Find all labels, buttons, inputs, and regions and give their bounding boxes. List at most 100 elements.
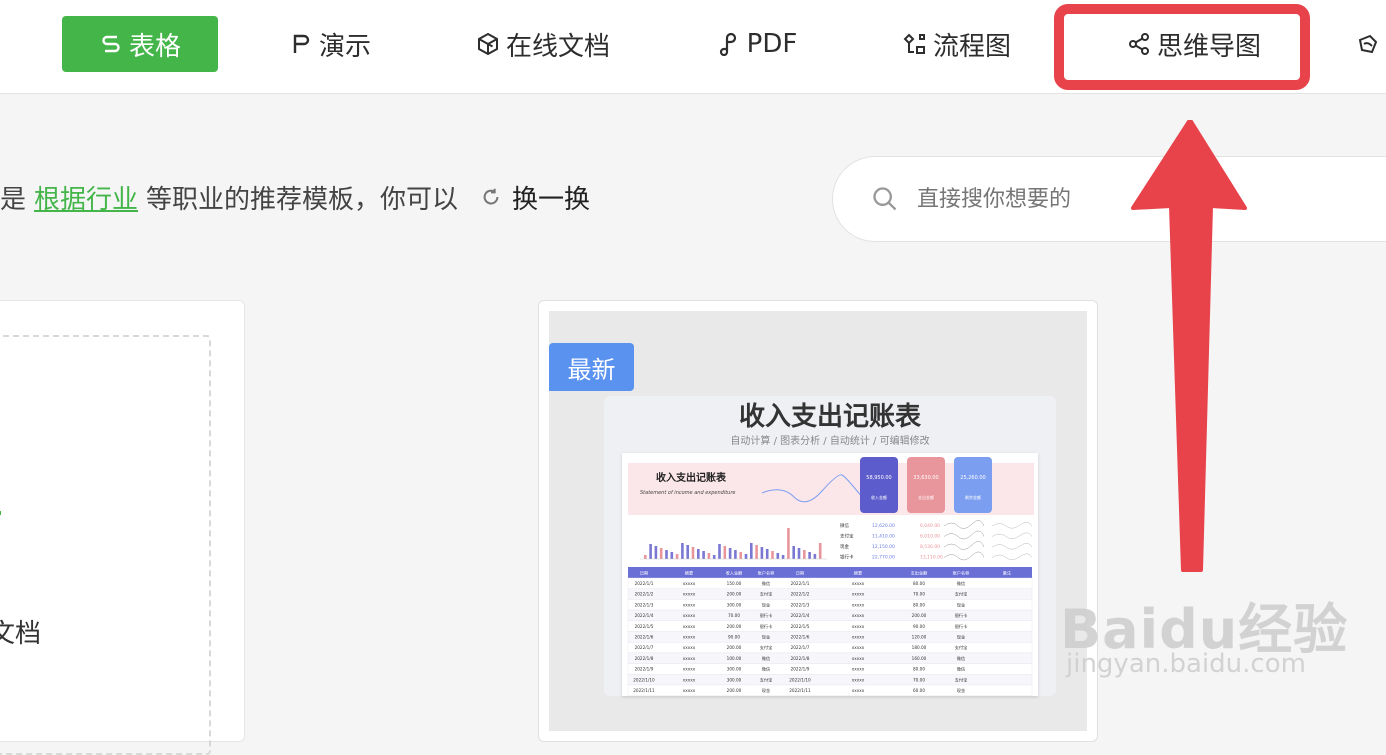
more-app-icon	[1358, 34, 1378, 54]
search-box[interactable]	[832, 156, 1386, 242]
table-cell: 银行卡	[955, 612, 968, 619]
account-row: 银行卡 22,770.00 13,110.00	[840, 551, 1033, 561]
table-cell: xxxxx	[852, 613, 865, 618]
table-cell: xxxxx	[852, 667, 865, 672]
bar-mark	[787, 528, 790, 559]
template-title: 收入支出记账表	[738, 402, 921, 432]
table-row: 2022/1/3 xxxxx 300.00 现金 2022/1/3 xxxxx 80.00 现…	[627, 599, 1033, 611]
table-cell: 2022/1/11	[633, 688, 655, 693]
table-cell: 2022/1/8	[791, 656, 810, 661]
bar-mark	[675, 554, 679, 559]
top-nav: 表格 演示 在线文档 PDF 流程图 思维导图	[0, 0, 1386, 94]
table-cell: xxxxx	[683, 624, 696, 629]
account-row: 微信 12,620.00 6,040.00	[840, 520, 1033, 529]
table-row: 2022/1/9 xxxxx 300.00 微信 2022/1/9 xxxxx 80.00 微…	[627, 663, 1033, 675]
stat-card: 58,950.00 收入金额	[860, 457, 898, 513]
search-icon	[873, 187, 897, 211]
table-cell: 支付宝	[955, 644, 968, 651]
refresh-button[interactable]: 换一换	[480, 179, 590, 216]
table-cell: 现金	[762, 634, 771, 641]
blank-doc-card[interactable]: 文档	[0, 300, 245, 755]
table-cell: 60.00	[913, 688, 925, 693]
stat-value: 33,630.00	[913, 475, 938, 481]
stat-label: 支出金额	[918, 494, 934, 500]
stat-label: 收入金额	[871, 494, 887, 500]
bar-mark	[781, 555, 785, 559]
table-cell: 200.00	[727, 645, 742, 650]
table-cell: 支付宝	[760, 591, 773, 598]
svg-text:8,530.00: 8,530.00	[920, 544, 940, 550]
recommend-line: 是 根据行业 等职业的推荐模板，你可以 换一换	[0, 172, 590, 222]
table-cell: 2022/1/8	[635, 656, 654, 661]
svg-text:6,010.00: 6,010.00	[920, 534, 940, 540]
bar-mark	[803, 550, 806, 559]
table-cell: 2022/1/6	[791, 635, 810, 640]
table-row: 2022/1/10 xxxxx 300.00 支付宝 2022/1/10 xxxxx 70.…	[627, 674, 1033, 686]
table-cell: 现金	[957, 601, 966, 608]
table-cell: xxxxx	[683, 592, 696, 597]
table-cell: 2022/1/9	[635, 667, 654, 672]
bar-mark	[659, 548, 663, 559]
table-cell: xxxxx	[852, 635, 865, 640]
table-cell: xxxxx	[683, 677, 696, 682]
sheet-preview: 收入支出记账表 Statement of income and expendit…	[622, 453, 1038, 696]
bar-mark	[771, 551, 774, 559]
table-row: 2022/1/7 xxxxx 200.00 支付宝 2022/1/7 xxxxx 180.0…	[627, 641, 1033, 654]
table-header-cell: 摘要	[685, 570, 693, 577]
sheet-header-title: 收入支出记账表	[656, 471, 727, 484]
tab-more[interactable]	[1350, 16, 1386, 72]
table-header: 日期 摘要 收入金额 账户名称 日期 摘要 支出金额 账户名称 备注	[628, 567, 1032, 578]
bar-mark	[654, 546, 658, 559]
svg-text:13,110.00: 13,110.00	[920, 555, 943, 561]
stat-value: 58,950.00	[866, 475, 891, 481]
table-cell: 120.00	[912, 635, 927, 640]
tab-pdf[interactable]: PDF	[710, 16, 804, 72]
industry-link[interactable]: 根据行业	[34, 179, 138, 216]
bar-mark	[718, 544, 721, 559]
table-cell: 2022/1/2	[635, 592, 654, 597]
bar-mark	[765, 549, 769, 559]
bar-mark	[681, 543, 684, 559]
tab-presentation[interactable]: 演示	[282, 16, 378, 72]
table-cell: 200.00	[727, 624, 742, 629]
table-cell: xxxxx	[852, 602, 865, 607]
table-cell: 150.00	[727, 581, 742, 586]
table-cell: 微信	[957, 666, 965, 673]
svg-text:22,770.00: 22,770.00	[872, 555, 895, 561]
table-cell: 2022/1/3	[635, 602, 654, 607]
table-row: 2022/1/4 xxxxx 70.00 银行卡 2022/1/4 xxxxx 200.00…	[627, 609, 1033, 622]
tab-sheet[interactable]: 表格	[62, 16, 218, 72]
stat-card: 33,630.00 支出金额	[907, 457, 945, 513]
watermark-url: jingyan.baidu.com	[1066, 649, 1306, 679]
bar-mark	[702, 551, 705, 559]
table-cell: 2022/1/11	[789, 688, 811, 693]
blank-doc-label: 文档	[0, 619, 42, 649]
table-cell: xxxxx	[852, 656, 865, 661]
bar-mark	[707, 553, 711, 559]
svg-text:微信: 微信	[840, 522, 849, 529]
bar-mark	[734, 550, 737, 559]
table-row: 2022/1/11 xxxxx 200.00 现金 2022/1/11 xxxxx 60.0…	[627, 684, 1033, 696]
table-cell: xxxxx	[852, 688, 865, 693]
svg-text:6,040.00: 6,040.00	[920, 523, 940, 529]
table-row: 2022/1/6 xxxxx 90.00 现金 2022/1/6 xxxxx 120.00 现…	[627, 631, 1033, 643]
account-row: 现金 12,150.00 8,530.00	[840, 541, 1033, 550]
tab-online-doc[interactable]: 在线文档	[468, 16, 618, 72]
bar-mark	[750, 543, 753, 559]
bar-mark	[813, 554, 817, 559]
table-cell: 2022/1/2	[791, 592, 810, 597]
table-cell: xxxxx	[683, 635, 696, 640]
table-cell: 80.00	[913, 667, 925, 672]
bar-mark	[728, 548, 732, 559]
table-cell: 微信	[762, 655, 770, 662]
green-mark	[0, 511, 1, 515]
online-doc-icon	[477, 32, 498, 56]
table-cell: 微信	[957, 580, 965, 587]
table-row: 2022/1/5 xxxxx 200.00 银行卡 2022/1/5 xxxxx 90.00…	[627, 620, 1033, 632]
tab-label: 演示	[318, 31, 371, 62]
tab-flowchart[interactable]: 流程图	[893, 16, 1021, 72]
template-card[interactable]: 收入支出记账表 自动计算 / 图表分析 / 自动统计 / 可编辑修改 收入支出记…	[538, 300, 1098, 742]
table-cell: 300.00	[727, 602, 742, 607]
table-cell: 2022/1/7	[635, 645, 654, 650]
svg-text:银行卡: 银行卡	[840, 554, 854, 561]
